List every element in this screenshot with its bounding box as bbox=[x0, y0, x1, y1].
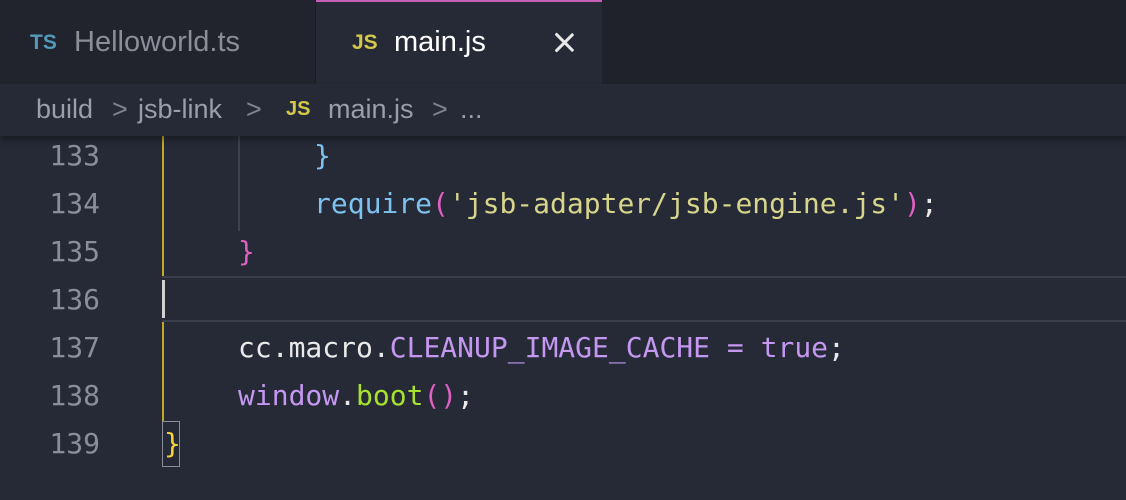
dot: . bbox=[372, 331, 390, 364]
paren: () bbox=[423, 379, 458, 412]
chevron-right-icon: > bbox=[246, 94, 262, 124]
string-literal: 'jsb-adapter/jsb-engine.js' bbox=[448, 187, 905, 220]
paren: ) bbox=[904, 187, 921, 220]
indent-guide bbox=[238, 136, 240, 231]
tab-helloworld-ts[interactable]: TS Helloworld.ts bbox=[0, 0, 316, 84]
closing-brace: } bbox=[164, 427, 181, 460]
assignment-operator: = bbox=[710, 331, 761, 364]
dot: . bbox=[271, 331, 289, 364]
javascript-file-icon: JS bbox=[352, 31, 378, 54]
breadcrumb-item-more[interactable]: ... bbox=[460, 94, 483, 125]
property: macro bbox=[288, 331, 373, 364]
typescript-file-icon: TS bbox=[30, 31, 57, 54]
code-line-133: } bbox=[314, 139, 331, 172]
code-editor[interactable]: 133 134 135 136 137 138 139 } require('j… bbox=[0, 136, 1126, 500]
javascript-file-icon: JS bbox=[286, 98, 311, 120]
tab-label: Helloworld.ts bbox=[74, 26, 240, 58]
chevron-right-icon: > bbox=[112, 94, 128, 124]
line-number: 135 bbox=[49, 235, 100, 268]
closing-brace: } bbox=[238, 235, 255, 268]
current-line-highlight bbox=[162, 276, 1126, 322]
line-number: 139 bbox=[49, 427, 100, 460]
line-number: 136 bbox=[49, 283, 100, 316]
close-icon[interactable] bbox=[552, 30, 576, 54]
breadcrumb-item-jsb-link[interactable]: jsb-link bbox=[138, 94, 222, 125]
code-line-139: } bbox=[164, 427, 181, 460]
code-line-135: } bbox=[238, 235, 255, 268]
code-line-137: cc.macro.CLEANUP_IMAGE_CACHE = true; bbox=[238, 331, 845, 364]
dot: . bbox=[339, 379, 357, 412]
text-cursor bbox=[162, 280, 165, 318]
identifier: window bbox=[238, 379, 340, 412]
constant: CLEANUP_IMAGE_CACHE bbox=[389, 331, 711, 364]
line-number: 137 bbox=[49, 331, 100, 364]
paren: ( bbox=[432, 187, 449, 220]
closing-brace: } bbox=[314, 139, 331, 172]
code-line-134: require('jsb-adapter/jsb-engine.js'); bbox=[314, 187, 938, 220]
semicolon: ; bbox=[457, 379, 475, 412]
chevron-right-icon: > bbox=[432, 94, 448, 124]
semicolon: ; bbox=[920, 187, 938, 220]
code-line-138: window.boot(); bbox=[238, 379, 474, 412]
tab-main-js[interactable]: JS main.js bbox=[316, 0, 602, 84]
line-number: 134 bbox=[49, 187, 100, 220]
line-number: 133 bbox=[49, 139, 100, 172]
boolean-literal: true bbox=[760, 331, 829, 364]
indent-guide-active bbox=[162, 136, 164, 276]
identifier: cc bbox=[238, 331, 272, 364]
line-number: 138 bbox=[49, 379, 100, 412]
breadcrumb-item-build[interactable]: build bbox=[36, 94, 93, 125]
tab-bar: TS Helloworld.ts JS main.js bbox=[0, 0, 1126, 84]
indent-guide-active bbox=[162, 322, 164, 422]
breadcrumb: build > jsb-link > JS main.js > ... bbox=[0, 84, 1126, 136]
breadcrumb-item-main-js[interactable]: main.js bbox=[328, 94, 414, 125]
tab-label: main.js bbox=[394, 26, 486, 58]
semicolon: ; bbox=[828, 331, 845, 364]
function-name: require bbox=[314, 187, 433, 220]
function-name: boot bbox=[356, 379, 424, 412]
